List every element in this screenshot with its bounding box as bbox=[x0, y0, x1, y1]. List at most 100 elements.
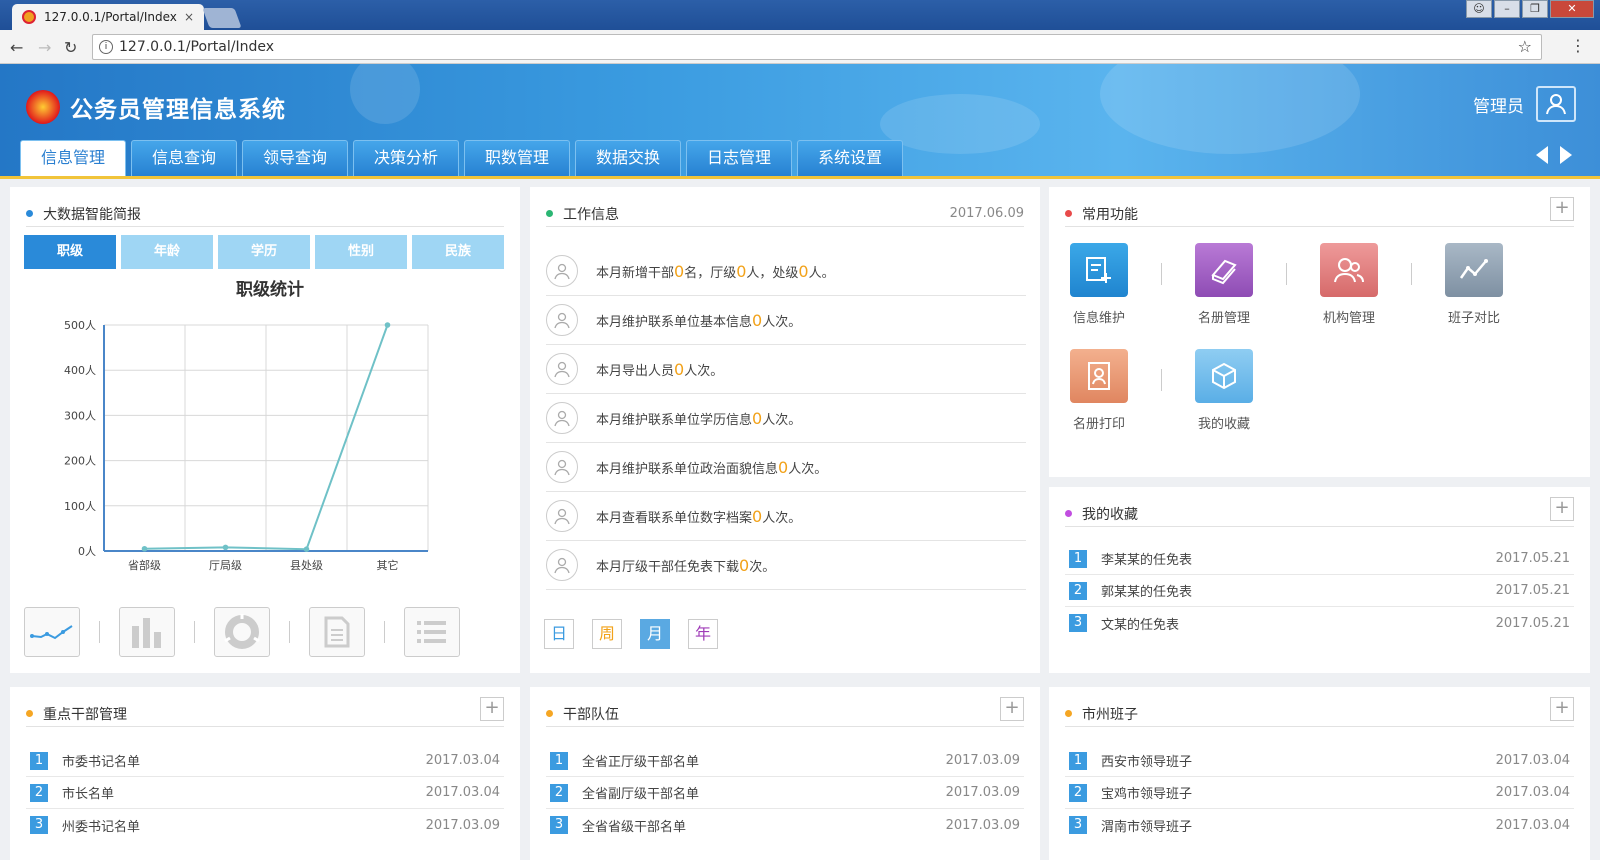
func-info-maintain[interactable]: 信息维护 bbox=[1069, 243, 1129, 326]
item-number: 2 bbox=[550, 783, 568, 802]
account-icon[interactable]: ☺ bbox=[1466, 0, 1492, 18]
keycadre-title: 重点干部管理 bbox=[43, 706, 127, 723]
work-text: 人次。 bbox=[684, 363, 724, 379]
info-icon[interactable]: i bbox=[99, 40, 113, 54]
nav-info-management[interactable]: 信息管理 bbox=[20, 140, 126, 176]
decor-cloud bbox=[1100, 64, 1360, 154]
add-city-button[interactable]: + bbox=[1550, 697, 1574, 721]
line-chart-button[interactable] bbox=[24, 607, 80, 657]
forward-icon[interactable]: → bbox=[38, 38, 51, 57]
new-tab-button[interactable] bbox=[202, 8, 242, 28]
list-item[interactable]: 1 西安市领导班子 2017.03.04 bbox=[1065, 745, 1574, 777]
item-number: 3 bbox=[1069, 614, 1087, 632]
nav-prev-icon[interactable] bbox=[1536, 146, 1548, 164]
list-item[interactable]: 2 全省副厅级干部名单 2017.03.09 bbox=[546, 777, 1024, 809]
restore-button[interactable]: ❐ bbox=[1522, 0, 1548, 18]
add-favorite-button[interactable]: + bbox=[1550, 497, 1574, 521]
nav-system-settings[interactable]: 系统设置 bbox=[797, 140, 903, 176]
func-my-favorites[interactable]: 我的收藏 bbox=[1194, 349, 1254, 432]
add-function-button[interactable]: + bbox=[1550, 197, 1574, 221]
item-title[interactable]: 全省正厅级干部名单 bbox=[582, 751, 699, 770]
nav-decision-analysis[interactable]: 决策分析 bbox=[353, 140, 459, 176]
func-org-management[interactable]: 机构管理 bbox=[1319, 243, 1379, 326]
item-title[interactable]: 郭某某的任免表 bbox=[1101, 581, 1192, 600]
common-functions-panel: 常用功能 + 信息维护 名册管理 机构管理 班子对比 名册打印 我的收藏 bbox=[1049, 187, 1590, 477]
list-item[interactable]: 1 全省正厅级干部名单 2017.03.09 bbox=[546, 745, 1024, 777]
list-item[interactable]: 2 宝鸡市领导班子 2017.03.04 bbox=[1065, 777, 1574, 809]
user-avatar-icon bbox=[546, 255, 578, 287]
minimize-button[interactable]: – bbox=[1494, 0, 1520, 18]
func-label: 班子对比 bbox=[1447, 311, 1500, 326]
tab-ethnicity[interactable]: 民族 bbox=[412, 235, 504, 269]
nav-leader-query[interactable]: 领导查询 bbox=[242, 140, 348, 176]
bookmark-star-icon[interactable]: ☆ bbox=[1518, 37, 1532, 56]
document-view-button[interactable] bbox=[309, 607, 365, 657]
func-roster-management[interactable]: 名册管理 bbox=[1194, 243, 1254, 326]
work-text: 人，处级 bbox=[746, 265, 799, 281]
tab-rank[interactable]: 职级 bbox=[24, 235, 116, 269]
tab-gender[interactable]: 性别 bbox=[315, 235, 407, 269]
nav-post-management[interactable]: 职数管理 bbox=[464, 140, 570, 176]
work-item: 本月新增干部0名，厅级0人，处级0人。 bbox=[546, 247, 1026, 296]
list-item[interactable]: 3 文某的任免表 2017.05.21 bbox=[1065, 607, 1574, 639]
app-logo: 公务员管理信息系统 bbox=[26, 90, 286, 124]
item-date: 2017.03.04 bbox=[425, 753, 500, 768]
list-item[interactable]: 3 州委书记名单 2017.03.09 bbox=[26, 809, 504, 841]
add-keycadre-button[interactable]: + bbox=[480, 697, 504, 721]
item-title[interactable]: 州委书记名单 bbox=[62, 816, 140, 835]
list-item[interactable]: 3 全省省级干部名单 2017.03.09 bbox=[546, 809, 1024, 841]
add-team-button[interactable]: + bbox=[1000, 697, 1024, 721]
user-area[interactable]: 管理员 bbox=[1473, 86, 1576, 122]
reload-icon[interactable]: ↻ bbox=[64, 38, 77, 57]
close-window-button[interactable]: ✕ bbox=[1550, 0, 1594, 18]
browser-tab[interactable]: 127.0.0.1/Portal/Index × bbox=[12, 4, 204, 30]
list-item[interactable]: 1 市委书记名单 2017.03.04 bbox=[26, 745, 504, 777]
item-number: 3 bbox=[30, 816, 48, 834]
list-item[interactable]: 1 李某某的任免表 2017.05.21 bbox=[1065, 543, 1574, 575]
period-day[interactable]: 日 bbox=[544, 619, 574, 649]
item-title[interactable]: 李某某的任免表 bbox=[1101, 549, 1192, 568]
app-header: 公务员管理信息系统 管理员 信息管理 信息查询 领导查询 决策分析 职数管理 数… bbox=[0, 64, 1600, 176]
url-input[interactable]: i 127.0.0.1/Portal/Index bbox=[92, 34, 1542, 60]
tab-education[interactable]: 学历 bbox=[218, 235, 310, 269]
period-week[interactable]: 周 bbox=[592, 619, 622, 649]
back-icon[interactable]: ← bbox=[10, 38, 23, 57]
user-name[interactable]: 管理员 bbox=[1473, 92, 1524, 117]
func-separator bbox=[1411, 263, 1412, 285]
period-year[interactable]: 年 bbox=[688, 619, 718, 649]
user-avatar-icon bbox=[546, 500, 578, 532]
item-title[interactable]: 渭南市领导班子 bbox=[1101, 816, 1192, 835]
favorites-list: 1 李某某的任免表 2017.05.21 2 郭某某的任免表 2017.05.21 3文… bbox=[1065, 543, 1574, 639]
common-title: 常用功能 bbox=[1082, 206, 1138, 223]
nav-log-management[interactable]: 日志管理 bbox=[686, 140, 792, 176]
item-title[interactable]: 文某的任免表 bbox=[1101, 614, 1179, 633]
tab-age[interactable]: 年龄 bbox=[121, 235, 213, 269]
work-text: 人次。 bbox=[788, 461, 828, 477]
list-item[interactable]: 2 市长名单 2017.03.04 bbox=[26, 777, 504, 809]
item-title[interactable]: 全省省级干部名单 bbox=[582, 816, 686, 835]
nav-info-query[interactable]: 信息查询 bbox=[131, 140, 237, 176]
item-title[interactable]: 全省副厅级干部名单 bbox=[582, 783, 699, 802]
tab-close-icon[interactable]: × bbox=[184, 10, 194, 24]
item-title[interactable]: 市长名单 bbox=[62, 783, 114, 802]
item-title[interactable]: 市委书记名单 bbox=[62, 751, 140, 770]
work-text: 人次。 bbox=[762, 412, 802, 428]
pie-chart-button[interactable] bbox=[214, 607, 270, 657]
bar-chart-button[interactable] bbox=[119, 607, 175, 657]
item-title[interactable]: 西安市领导班子 bbox=[1101, 751, 1192, 770]
list-item[interactable]: 2 郭某某的任免表 2017.05.21 bbox=[1065, 575, 1574, 607]
list-item[interactable]: 3 渭南市领导班子 2017.03.04 bbox=[1065, 809, 1574, 841]
user-avatar-icon[interactable] bbox=[1536, 86, 1576, 122]
nav-data-exchange[interactable]: 数据交换 bbox=[575, 140, 681, 176]
item-number: 1 bbox=[1069, 751, 1087, 770]
list-view-button[interactable] bbox=[404, 607, 460, 657]
trend-icon bbox=[1445, 243, 1503, 297]
y-tick-label: 100人 bbox=[64, 500, 96, 513]
func-roster-print[interactable]: 名册打印 bbox=[1069, 349, 1129, 432]
menu-icon[interactable]: ⋮ bbox=[1570, 36, 1586, 55]
item-title[interactable]: 宝鸡市领导班子 bbox=[1101, 783, 1192, 802]
func-team-compare[interactable]: 班子对比 bbox=[1444, 243, 1504, 326]
work-text: 本月维护联系单位政治面貌信息 bbox=[596, 461, 779, 477]
nav-next-icon[interactable] bbox=[1560, 146, 1572, 164]
period-month[interactable]: 月 bbox=[640, 619, 670, 649]
